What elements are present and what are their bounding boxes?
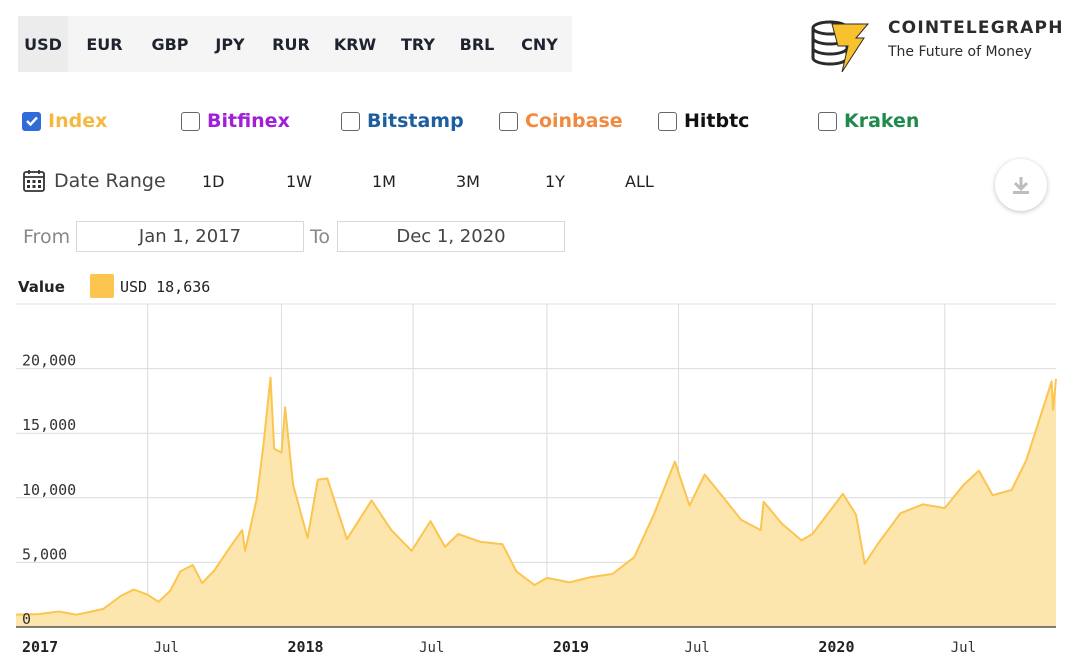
currency-tab-brl[interactable]: BRL xyxy=(447,16,507,72)
range-button-1w[interactable]: 1W xyxy=(286,172,312,191)
source-index-checkbox[interactable] xyxy=(22,111,41,131)
value-readout: USD 18,636 xyxy=(120,278,211,296)
source-kraken[interactable]: Kraken xyxy=(818,106,919,136)
currency-tab-cny[interactable]: CNY xyxy=(507,16,572,72)
from-label: From xyxy=(23,226,71,248)
source-bitstamp-label: Bitstamp xyxy=(367,110,464,132)
y-tick-label: 10,000 xyxy=(22,481,76,499)
source-hitbtc[interactable]: Hitbtc xyxy=(658,106,749,136)
checkmark-icon xyxy=(25,116,38,127)
currency-tab-eur[interactable]: EUR xyxy=(68,16,141,72)
to-label: To xyxy=(310,226,331,248)
cointelegraph-logo-icon xyxy=(811,20,870,73)
to-date-input[interactable] xyxy=(337,221,565,252)
y-tick-label: 5,000 xyxy=(22,545,67,563)
range-button-1m[interactable]: 1M xyxy=(372,172,396,191)
currency-tab-krw[interactable]: KRW xyxy=(321,16,389,72)
x-tick-label: 2017 xyxy=(22,638,58,656)
source-hitbtc-label: Hitbtc xyxy=(684,110,750,132)
calendar-icon xyxy=(23,170,45,192)
x-tick-label: 2020 xyxy=(818,638,854,656)
x-tick-label: Jul xyxy=(154,640,179,656)
source-coinbase[interactable]: Coinbase xyxy=(499,106,623,136)
date-range-label: Date Range xyxy=(54,170,166,192)
y-tick-label: 15,000 xyxy=(22,416,76,434)
source-kraken-label: Kraken xyxy=(844,110,920,132)
x-tick-label: Jul xyxy=(419,640,444,656)
source-bitfinex[interactable]: Bitfinex xyxy=(181,106,290,136)
currency-tab-rur[interactable]: RUR xyxy=(261,16,321,72)
download-button[interactable] xyxy=(995,159,1047,211)
range-button-all[interactable]: ALL xyxy=(625,172,654,191)
x-tick-label: 2018 xyxy=(287,638,323,656)
source-index-label: Index xyxy=(48,110,108,132)
x-tick-label: 2019 xyxy=(553,638,589,656)
currency-selector: USD EUR GBP JPY RUR KRW TRY BRL CNY xyxy=(18,16,572,72)
from-date-input[interactable] xyxy=(76,221,304,252)
download-icon xyxy=(1013,177,1029,194)
date-range-row: Date Range 1D 1W 1M 3M 1Y ALL xyxy=(22,166,1022,198)
y-tick-label: 0 xyxy=(22,610,31,628)
source-coinbase-checkbox[interactable] xyxy=(499,111,518,131)
value-label: Value xyxy=(18,278,65,296)
source-bitfinex-checkbox[interactable] xyxy=(181,111,200,131)
x-tick-label: Jul xyxy=(951,640,976,656)
source-bitfinex-label: Bitfinex xyxy=(207,110,290,132)
source-hitbtc-checkbox[interactable] xyxy=(658,111,677,131)
currency-tab-try[interactable]: TRY xyxy=(389,16,447,72)
value-swatch xyxy=(90,274,114,298)
exchange-source-list: Index Bitfinex Bitstamp Coinbase Hitbtc Krake… xyxy=(22,106,962,136)
source-bitstamp-checkbox[interactable] xyxy=(341,111,360,131)
series-area-usd xyxy=(16,377,1056,627)
currency-tab-gbp[interactable]: GBP xyxy=(141,16,199,72)
source-index[interactable]: Index xyxy=(22,106,107,136)
price-chart[interactable]: 0 5,000 10,000 15,000 20,000 2017 Jul 2018 Jul 20… xyxy=(0,296,1080,670)
source-bitstamp[interactable]: Bitstamp xyxy=(341,106,464,136)
currency-tab-jpy[interactable]: JPY xyxy=(199,16,261,72)
logo-tagline: The Future of Money xyxy=(888,44,1032,60)
range-button-3m[interactable]: 3M xyxy=(456,172,480,191)
x-tick-label: Jul xyxy=(685,640,710,656)
logo-name: COINTELEGRAPH xyxy=(888,18,1064,38)
range-button-1y[interactable]: 1Y xyxy=(545,172,565,191)
source-coinbase-label: Coinbase xyxy=(525,110,623,132)
range-button-1d[interactable]: 1D xyxy=(202,172,225,191)
source-kraken-checkbox[interactable] xyxy=(818,111,837,131)
y-tick-label: 20,000 xyxy=(22,352,76,370)
currency-tab-usd[interactable]: USD xyxy=(18,16,68,72)
cointelegraph-logo[interactable]: COINTELEGRAPH The Future of Money xyxy=(808,14,1070,74)
